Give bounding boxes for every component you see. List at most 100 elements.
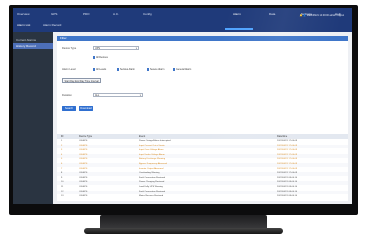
chevron-down-icon: ▾: [139, 94, 141, 97]
duration-label: Duration: [62, 94, 72, 97]
cell-id: 13: [61, 195, 64, 198]
nav-item-alarm[interactable]: Alarm: [233, 12, 241, 16]
level-general-label: General Alarm: [175, 68, 192, 71]
level-all-label: All Levels: [95, 68, 107, 71]
cell-id: 6: [61, 163, 63, 165]
table-row[interactable]: 2 ON-EPS Input Current Out of Limits 2022/0…: [57, 144, 348, 149]
cell-event: Power Charging Restored: [139, 181, 165, 184]
level-serious-checkbox[interactable]: Serious Alarm: [117, 68, 135, 71]
column-header-id[interactable]: ID: [61, 134, 63, 139]
cell-event: Bypass Frequency Abnormal: [139, 163, 167, 165]
user-status-info[interactable]: 🔔 👤 2023/06/21 14:00:00 admin Logout: [300, 14, 344, 17]
cell-event: Input Current Out of Limits: [139, 144, 165, 147]
nav-item-gps[interactable]: GPS: [51, 12, 57, 16]
cell-event: Inverter Output Abnormal: [139, 167, 164, 170]
cell-datetime: 2022/06/21 08:00:10: [277, 190, 298, 193]
cell-id: 8: [61, 172, 63, 175]
cell-device-type: ON-EPS: [79, 149, 88, 152]
duration-select[interactable]: ALL ▾: [93, 93, 143, 97]
cell-device-type: ON-EPS: [79, 190, 88, 193]
level-all-checkbox[interactable]: All Levels: [93, 68, 106, 71]
cell-device-type: ON-EPS: [79, 181, 88, 184]
column-header-datetime[interactable]: Date/time: [277, 134, 287, 139]
cell-id: 11: [61, 186, 64, 188]
subnav-alarm-record[interactable]: Alarm Record: [43, 23, 61, 27]
cell-datetime: 2022/06/21 17:00:09: [277, 158, 298, 161]
table-row[interactable]: 11 ON-EPS Load Fully UPS Warning 2022/06/21…: [57, 186, 348, 190]
cell-datetime: 2022/06/21 17:00:09: [277, 153, 298, 156]
cell-id: 12: [61, 190, 64, 193]
download-button[interactable]: Download: [79, 106, 93, 111]
cell-datetime: 2022/06/21 08:00:10: [277, 176, 298, 179]
duration-value: ALL: [95, 94, 100, 97]
table-header: ID Device Type Event Date/time: [57, 134, 348, 139]
cell-datetime: 2022/06/21 08:00:10: [277, 195, 298, 198]
device-type-select[interactable]: UPS ▾: [93, 46, 139, 50]
subnav-alarm-list[interactable]: Alarm List: [17, 23, 30, 27]
all-devices-label: All Devices: [95, 56, 108, 59]
cell-event: Fault Connection Restored: [139, 190, 166, 193]
table-row[interactable]: 7 ON-EPS Inverter Output Abnormal 2022/06/2…: [57, 168, 348, 172]
column-header-device-type[interactable]: Device Type: [79, 134, 92, 139]
table-row[interactable]: 13 ON-EPS Mains Recover Restored 2022/06/21…: [57, 195, 348, 199]
cell-event: Battery Discharge Warning: [139, 158, 166, 161]
table-row[interactable]: 3 ON-EPS Input Over-Voltage Alarm 2022/06/2…: [57, 149, 348, 153]
search-button[interactable]: Search: [62, 106, 76, 111]
cell-datetime: 2022/06/21 17:00:09: [277, 144, 298, 147]
top-nav-bar: Overview GPS PDO A.C. Config Alarm Data …: [13, 8, 352, 32]
time-range-button[interactable]: Start Day End Day Time Interval: [62, 78, 102, 83]
cell-id: 1: [61, 140, 63, 142]
level-serious-label: Serious Alarm: [119, 68, 135, 71]
tv-stand-base: [84, 228, 283, 234]
nav-item-overview[interactable]: Overview: [17, 12, 30, 16]
level-general-checkbox[interactable]: General Alarm: [173, 68, 191, 71]
cell-datetime: 2022/06/21 17:00:09: [277, 140, 298, 142]
cell-event: Input Over-Voltage Alarm: [139, 149, 164, 152]
cell-id: 9: [61, 176, 63, 179]
tv-stand-neck: [100, 215, 267, 229]
nav-item-config[interactable]: Config: [143, 12, 152, 16]
level-severe-label: Severe Alarm: [149, 68, 165, 71]
cell-event: Mains Recover Restored: [139, 195, 164, 198]
cell-datetime: 2022/06/21 17:00:09: [277, 149, 298, 152]
cell-datetime: 2022/06/21 08:00:10: [277, 186, 298, 188]
cell-device-type: ON-EPS: [79, 144, 88, 147]
cell-device-type: ON-EPS: [79, 140, 88, 142]
cell-datetime: 2022/06/21 17:00:09: [277, 167, 298, 170]
cell-datetime: 2022/06/21 17:00:09: [277, 172, 298, 175]
cell-id: 7: [61, 167, 63, 170]
table-row[interactable]: 6 ON-EPS Bypass Frequency Abnormal 2022/06/…: [57, 163, 348, 167]
sidebar: Current Alarms History Record: [13, 32, 53, 204]
device-type-label: Device Type: [62, 47, 77, 50]
cell-id: 3: [61, 149, 63, 152]
cell-id: 2: [61, 144, 63, 147]
table-row[interactable]: 5 ON-EPS Battery Discharge Warning 2022/06/…: [57, 158, 348, 162]
nav-item-pdo[interactable]: PDO: [83, 12, 90, 16]
table-row[interactable]: 4 ON-EPS Input Under-Voltage Alarm 2022/06/…: [57, 153, 348, 158]
cell-device-type: ON-EPS: [79, 195, 88, 198]
cell-datetime: 2022/06/21 08:00:10: [277, 181, 298, 184]
all-devices-checkbox[interactable]: All Devices: [93, 56, 108, 59]
chevron-down-icon: ▾: [135, 47, 137, 50]
table-row[interactable]: 9 ON-EPS Fault Connection Restored 2022/06/…: [57, 177, 348, 181]
cell-device-type: ON-EPS: [79, 163, 88, 165]
main-content: Filter Device Type UPS ▾ All Devices Ala…: [57, 36, 348, 201]
cell-datetime: 2022/06/21 17:00:09: [277, 163, 298, 165]
level-severe-checkbox[interactable]: Severe Alarm: [147, 68, 164, 71]
table-row[interactable]: 8 ON-EPS Overloading Warning 2022/06/21 17:…: [57, 172, 348, 176]
cell-id: 5: [61, 158, 63, 161]
tv-screen: Overview GPS PDO A.C. Config Alarm Data …: [13, 8, 352, 204]
nav-item-ac[interactable]: A.C.: [113, 12, 119, 16]
cell-id: 10: [61, 181, 64, 184]
table-row[interactable]: 1 ON-EPS Power Outage/Mains Interrupted 202…: [57, 140, 348, 144]
cell-event: Overloading Warning: [139, 172, 160, 175]
table-row[interactable]: 12 ON-EPS Fault Connection Restored 2022/06…: [57, 190, 348, 195]
cell-device-type: ON-EPS: [79, 153, 88, 156]
sidebar-item-history-record[interactable]: History Record: [13, 43, 53, 49]
device-type-value: UPS: [95, 47, 100, 50]
table-row[interactable]: 10 ON-EPS Power Charging Restored 2022/06/2…: [57, 181, 348, 186]
panel-title: Filter: [57, 36, 348, 41]
nav-item-data[interactable]: Data: [269, 12, 275, 16]
column-header-event[interactable]: Event: [139, 134, 145, 139]
cell-device-type: ON-EPS: [79, 176, 88, 179]
